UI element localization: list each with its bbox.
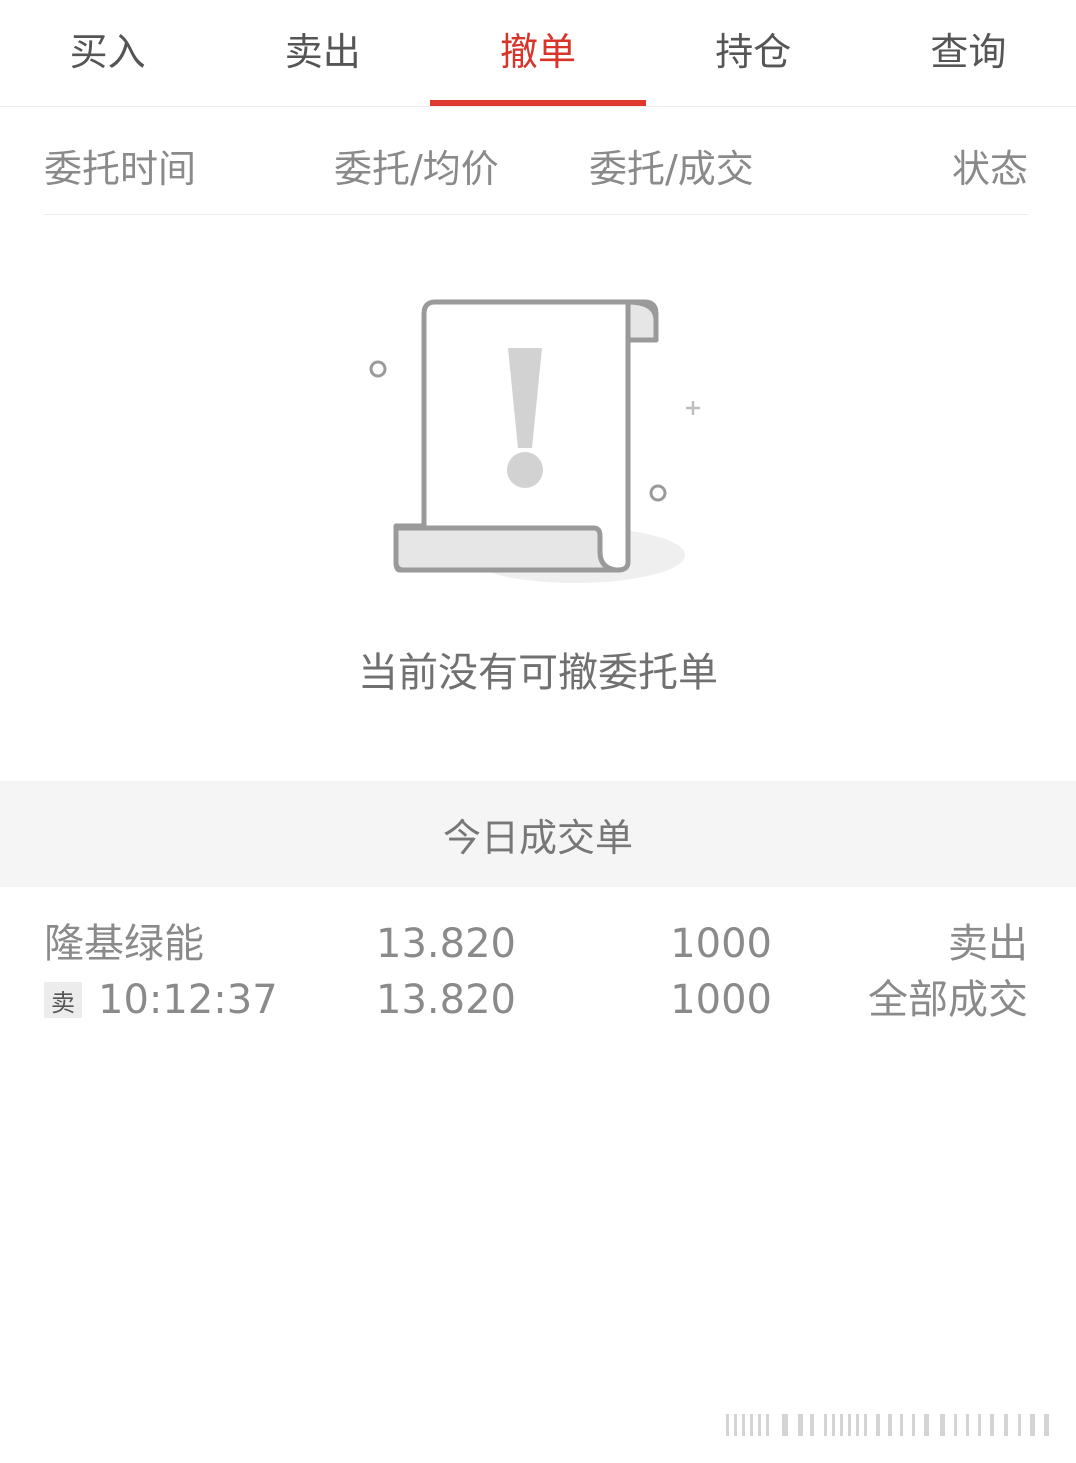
table-row[interactable]: 隆基绿能 卖 10:12:37 13.820 13.820 1000 1000 … bbox=[44, 910, 1028, 1030]
stock-name: 隆基绿能 bbox=[44, 921, 204, 967]
column-header: 委托时间 委托/均价 委托/成交 状态 bbox=[44, 108, 1028, 215]
top-tabs: 买入 卖出 撤单 持仓 查询 bbox=[0, 0, 1076, 107]
order-quantity: 1000 bbox=[670, 921, 772, 967]
today-trades-header: 今日成交单 bbox=[0, 781, 1076, 887]
column-status: 状态 bbox=[951, 147, 1028, 191]
trade-time: 10:12:37 bbox=[98, 977, 278, 1023]
column-quantity: 委托/成交 bbox=[589, 147, 754, 191]
empty-message: 当前没有可撤委托单 bbox=[358, 650, 718, 696]
trade-status: 全部成交 bbox=[868, 977, 1028, 1023]
order-price: 13.820 bbox=[376, 921, 516, 967]
tab-query[interactable]: 查询 bbox=[861, 0, 1076, 96]
tab-cancel[interactable]: 撤单 bbox=[430, 0, 646, 106]
warning-document-icon bbox=[369, 299, 700, 583]
avg-price: 13.820 bbox=[376, 977, 516, 1023]
today-trades-title: 今日成交单 bbox=[442, 815, 633, 860]
trade-direction: 卖出 bbox=[948, 921, 1028, 967]
column-price: 委托/均价 bbox=[334, 147, 499, 191]
watermark bbox=[726, 1414, 1049, 1436]
tab-holdings[interactable]: 持仓 bbox=[646, 0, 861, 96]
tab-sell[interactable]: 卖出 bbox=[215, 0, 430, 96]
tab-buy[interactable]: 买入 bbox=[0, 0, 215, 96]
column-time: 委托时间 bbox=[44, 147, 197, 191]
side-badge: 卖 bbox=[44, 982, 82, 1018]
filled-quantity: 1000 bbox=[670, 977, 772, 1023]
